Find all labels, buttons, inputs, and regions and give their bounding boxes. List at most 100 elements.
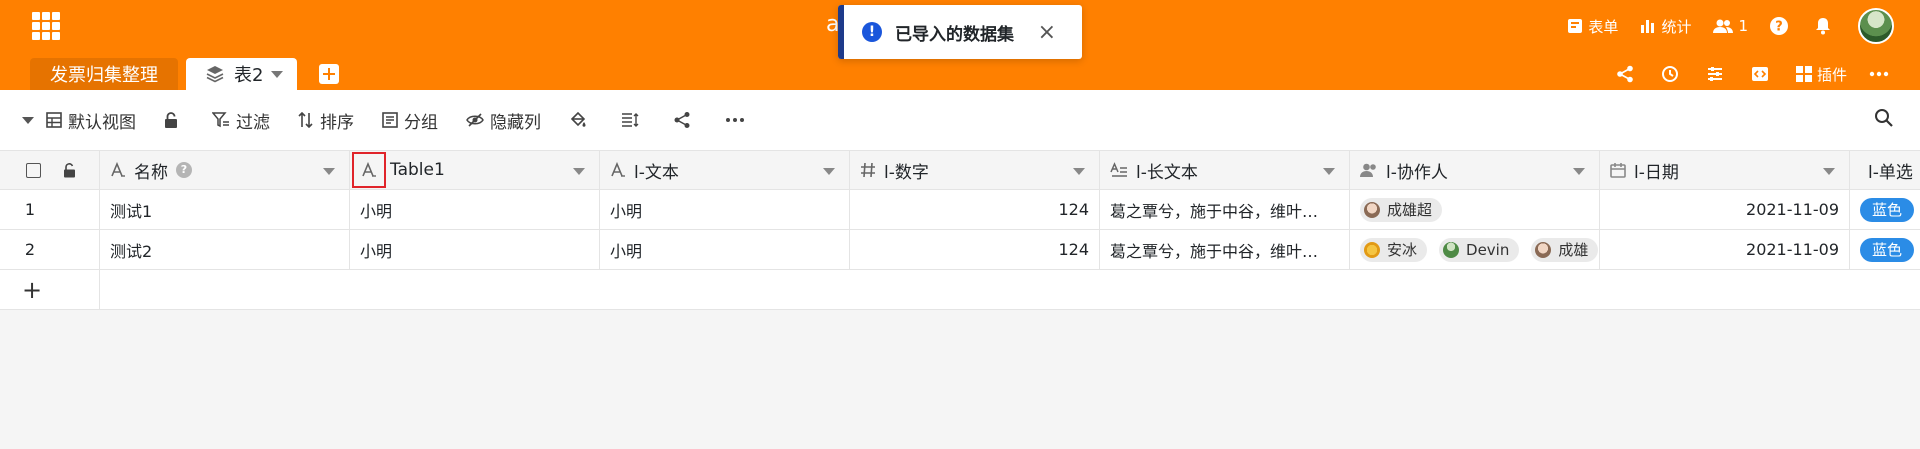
column-header-table1[interactable]: Table1: [350, 151, 600, 189]
collaborator-chip: 成雄超: [1360, 197, 1443, 222]
column-header-long-text[interactable]: l-长文本: [1100, 151, 1350, 189]
add-table-button[interactable]: [319, 64, 340, 84]
toolbar-more-button[interactable]: [725, 117, 751, 123]
column-header-date[interactable]: l-日期: [1600, 151, 1850, 189]
cell-name[interactable]: 测试1: [100, 190, 350, 229]
select-all-checkbox[interactable]: [26, 162, 41, 178]
users-icon: [1360, 163, 1376, 177]
hide-columns-button[interactable]: 隐藏列: [466, 108, 541, 133]
lock-view-button[interactable]: [164, 112, 184, 128]
column-header-collaborator[interactable]: l-协作人: [1350, 151, 1600, 189]
collaborator-chip: Devin: [1439, 237, 1520, 262]
column-header-text[interactable]: l-文本: [600, 151, 850, 189]
sliders-icon: [1707, 67, 1722, 81]
form-button[interactable]: 表单: [1567, 16, 1618, 37]
chevron-down-icon[interactable]: [323, 168, 335, 175]
share-view-button[interactable]: [673, 111, 697, 129]
cell-number[interactable]: 124: [850, 230, 1100, 269]
chevron-down-icon[interactable]: [271, 70, 284, 78]
avatar: [1443, 241, 1460, 258]
avatar: [1364, 201, 1380, 218]
table-row[interactable]: 2 测试2 小明 小明 124 葛之覃兮，施于中谷，维叶… 安冰 Devin 成…: [0, 230, 1920, 270]
tab-table2[interactable]: 表2: [186, 58, 298, 90]
cell-collaborators[interactable]: 成雄超: [1350, 190, 1600, 229]
toast-notification: ! 已导入的数据集 ×: [838, 5, 1082, 59]
toast-accent-bar: [838, 5, 844, 59]
cell-name[interactable]: 测试2: [100, 230, 350, 269]
unlock-icon[interactable]: [63, 162, 76, 178]
sort-icon: [298, 112, 313, 128]
chevron-down-icon[interactable]: [823, 168, 835, 175]
form-icon: [1568, 19, 1583, 33]
column-label: l-长文本: [1136, 162, 1198, 183]
apps-grid-icon[interactable]: [32, 12, 60, 40]
chevron-down-icon[interactable]: [1073, 168, 1085, 175]
more-button[interactable]: [1869, 71, 1894, 77]
row-height-button[interactable]: [621, 112, 645, 128]
cell-text[interactable]: 小明: [600, 230, 850, 269]
cell-long-text[interactable]: 葛之覃兮，施于中谷，维叶…: [1100, 230, 1350, 269]
cell-date[interactable]: 2021-11-09: [1600, 230, 1850, 269]
sort-button[interactable]: 排序: [298, 108, 354, 133]
add-row-button[interactable]: +: [0, 269, 100, 310]
filter-button[interactable]: 过滤: [212, 108, 270, 133]
lock-icon: [165, 112, 177, 128]
column-header-single-select[interactable]: l-单选: [1850, 151, 1920, 189]
add-row: +: [0, 269, 1920, 310]
base-name[interactable]: 发票归集整理: [30, 58, 178, 90]
help-button[interactable]: ?: [1770, 17, 1793, 35]
cell-table1[interactable]: 小明: [350, 230, 600, 269]
share-icon: [1617, 65, 1633, 83]
settings-button[interactable]: [1706, 65, 1729, 83]
filter-icon: [212, 112, 229, 128]
toast-message: 已导入的数据集: [895, 24, 1014, 45]
cell-long-text[interactable]: 葛之覃兮，施于中谷，维叶…: [1100, 190, 1350, 229]
close-icon[interactable]: ×: [1038, 20, 1056, 45]
calendar-icon: [1610, 163, 1626, 178]
share-button[interactable]: [1616, 65, 1639, 83]
cell-single-select[interactable]: 蓝色: [1850, 230, 1920, 269]
view-selector[interactable]: 默认视图: [22, 108, 136, 133]
svg-text:?: ?: [1775, 20, 1783, 35]
members-button[interactable]: 1: [1713, 17, 1748, 35]
plugins-button[interactable]: 插件: [1795, 64, 1847, 85]
column-header-number[interactable]: l-数字: [850, 151, 1100, 189]
chevron-down-icon[interactable]: [1323, 168, 1335, 175]
search-button[interactable]: [1874, 108, 1894, 132]
chevron-down-icon[interactable]: [1823, 168, 1835, 175]
chevron-down-icon[interactable]: [573, 168, 585, 175]
text-field-icon: [611, 162, 625, 177]
question-icon: ?: [1770, 17, 1788, 35]
avatar: [1364, 241, 1380, 258]
stats-button[interactable]: 统计: [1640, 16, 1691, 37]
cell-table1[interactable]: 小明: [350, 190, 600, 229]
more-icon: [1869, 71, 1889, 77]
question-icon[interactable]: ?: [176, 162, 192, 178]
top-right-actions: 表单 统计 1 ?: [1545, 8, 1894, 44]
table-row[interactable]: 1 测试1 小明 小明 124 葛之覃兮，施于中谷，维叶… 成雄超 2021-1…: [0, 190, 1920, 230]
column-label: l-协作人: [1386, 162, 1448, 183]
highlighted-field-icon-box[interactable]: [352, 152, 386, 188]
cell-text[interactable]: 小明: [600, 190, 850, 229]
members-count: 1: [1738, 17, 1748, 35]
chevron-down-icon[interactable]: [1573, 168, 1585, 175]
cell-single-select[interactable]: 蓝色: [1850, 190, 1920, 229]
group-button[interactable]: 分组: [382, 108, 438, 133]
code-icon: [1751, 67, 1768, 81]
column-header-name[interactable]: 名称 ?: [100, 151, 350, 189]
notifications-button[interactable]: [1815, 17, 1836, 35]
layers-icon: [206, 66, 224, 83]
header-select-cell: [0, 151, 100, 189]
toast-ghost-text: a: [826, 12, 840, 37]
code-button[interactable]: [1751, 65, 1774, 83]
column-label: l-文本: [634, 162, 679, 183]
cell-number[interactable]: 124: [850, 190, 1100, 229]
avatar[interactable]: [1858, 8, 1894, 44]
long-text-icon: [1110, 162, 1127, 177]
avatar: [1535, 241, 1552, 258]
eye-off-icon: [466, 113, 484, 127]
cell-date[interactable]: 2021-11-09: [1600, 190, 1850, 229]
cell-collaborators[interactable]: 安冰 Devin 成雄: [1350, 230, 1600, 269]
history-button[interactable]: [1661, 65, 1684, 83]
color-button[interactable]: [569, 111, 593, 129]
